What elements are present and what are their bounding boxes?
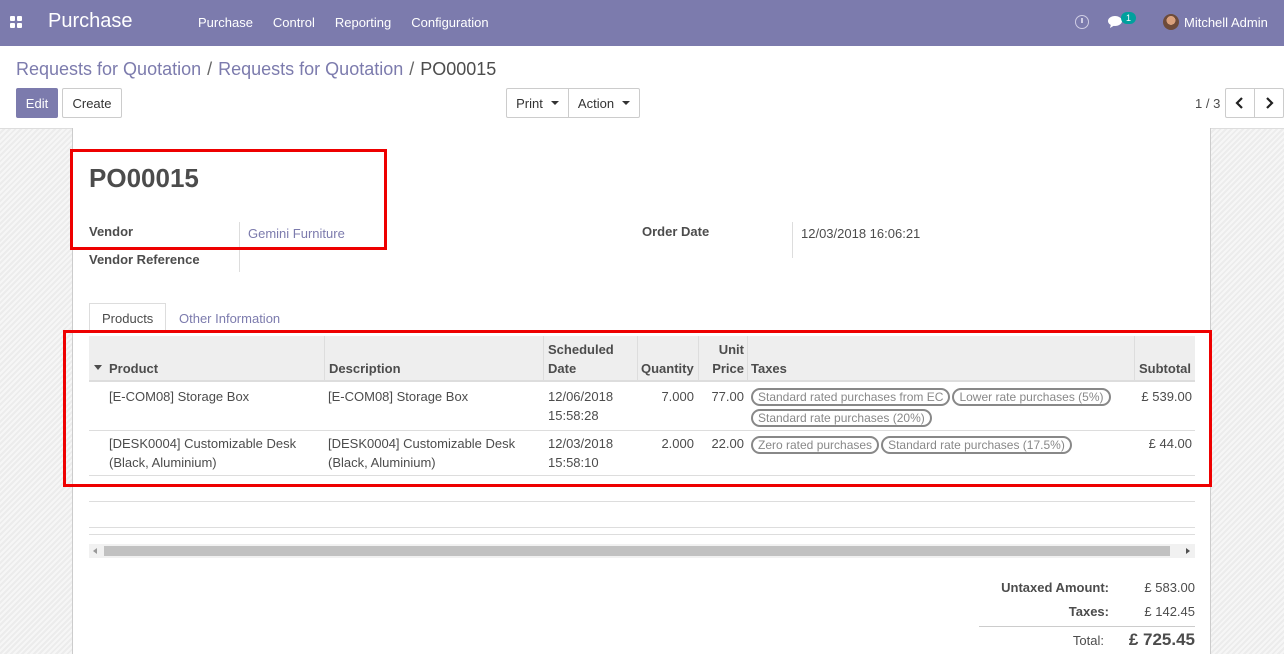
po-number-title: PO00015: [89, 163, 199, 193]
app-brand[interactable]: Purchase: [48, 10, 133, 33]
breadcrumb-current: PO00015: [420, 59, 497, 79]
untaxed-amount-label: Untaxed Amount:: [1001, 580, 1109, 595]
total-value: £ 725.45: [1128, 630, 1195, 649]
menu-item-reporting[interactable]: Reporting: [335, 15, 391, 30]
header-line: Price: [712, 361, 744, 376]
pager-next-button[interactable]: [1254, 88, 1284, 118]
untaxed-amount-value: £ 583.00: [1144, 580, 1195, 595]
edit-button[interactable]: Edit: [16, 88, 58, 118]
tax-tag: Standard rate purchases (17.5%): [881, 436, 1072, 454]
tax-tag: Standard rated purchases from EC: [751, 388, 951, 406]
user-avatar[interactable]: [1163, 14, 1179, 30]
cell-subtotal: £ 44.00: [1148, 436, 1192, 451]
vendor-reference-label: Vendor Reference: [89, 252, 200, 267]
cell-quantity: 7.000: [661, 389, 694, 404]
column-header-product[interactable]: Product: [109, 359, 158, 378]
vendor-link[interactable]: Gemini Furniture: [248, 226, 345, 241]
cell-taxes: Zero rated purchases Standard rate purcha…: [751, 436, 1133, 457]
breadcrumb-separator: /: [207, 59, 213, 79]
menu-item-configuration[interactable]: Configuration: [411, 15, 488, 30]
cell-scheduled-date: 12/03/2018 15:58:10: [548, 434, 613, 472]
sort-caret-icon[interactable]: [94, 365, 102, 370]
action-dropdown[interactable]: Action: [568, 88, 640, 118]
print-label: Print: [516, 95, 543, 111]
menu-item-control[interactable]: Control: [273, 15, 315, 30]
chevron-right-icon: [1266, 97, 1274, 109]
tab-products[interactable]: Products: [89, 303, 167, 333]
chat-count-badge: 1: [1121, 12, 1137, 24]
totals-divider: [979, 626, 1195, 627]
print-dropdown[interactable]: Print: [506, 88, 569, 118]
cell-description: [DESK0004] Customizable Desk (Black, Alu…: [328, 436, 516, 470]
field-divider: [239, 222, 240, 272]
date-line: 12/03/2018: [548, 436, 614, 451]
apps-menu-icon[interactable]: [10, 16, 23, 29]
column-header-scheduled-date[interactable]: Scheduled Date: [548, 340, 614, 378]
date-line: 12/06/2018: [548, 389, 614, 404]
tax-tag: Standard rate purchases (20%): [751, 409, 932, 427]
cell-taxes: Standard rated purchases from EC Lower ra…: [751, 388, 1133, 430]
caret-down-icon: [622, 101, 631, 105]
pager-value[interactable]: 1 / 3: [1195, 96, 1220, 111]
column-header-quantity[interactable]: Quantity: [641, 359, 694, 378]
column-divider: [543, 336, 544, 382]
column-header-subtotal[interactable]: Subtotal: [1139, 359, 1191, 378]
user-name[interactable]: Mitchell Admin: [1184, 15, 1268, 30]
activity-clock-icon[interactable]: [1075, 15, 1089, 29]
cell-unit-price: 22.00: [711, 436, 744, 451]
column-divider: [747, 336, 748, 382]
column-header-unit-price[interactable]: Unit Price: [702, 340, 744, 378]
column-divider: [1134, 336, 1135, 382]
cell-scheduled-date: 12/06/2018 15:58:28: [548, 387, 613, 425]
caret-down-icon: [550, 101, 559, 105]
header-line: Scheduled: [548, 342, 614, 357]
total-label: Total:: [1072, 633, 1104, 648]
empty-row-line: [89, 534, 1195, 535]
breadcrumb-link-rfq-2[interactable]: Requests for Quotation: [218, 59, 403, 79]
breadcrumb-link-rfq[interactable]: Requests for Quotation: [16, 59, 201, 79]
order-date-value: 12/03/2018 16:06:21: [801, 226, 921, 241]
cell-product: [E-COM08] Storage Box: [109, 389, 250, 404]
scroll-right-arrow-icon[interactable]: [1186, 548, 1190, 554]
header-line: Date: [548, 361, 577, 376]
column-header-taxes[interactable]: Taxes: [751, 359, 787, 378]
breadcrumb: Requests for Quotation / Requests for Quot…: [16, 59, 496, 80]
empty-row-line: [89, 501, 1195, 502]
tax-tag: Zero rated purchases: [751, 436, 880, 454]
main-menu: Purchase Control Reporting Configuration: [198, 15, 509, 30]
scroll-left-arrow-icon[interactable]: [93, 548, 97, 554]
field-divider: [792, 222, 793, 258]
action-label: Action: [577, 95, 615, 111]
column-divider: [324, 336, 325, 382]
cell-unit-price: 77.00: [711, 389, 744, 404]
cell-subtotal: £ 539.00: [1141, 389, 1192, 404]
menu-item-purchase[interactable]: Purchase: [198, 15, 253, 30]
taxes-label: Taxes:: [1068, 604, 1109, 619]
tab-other-information[interactable]: Other Information: [167, 303, 292, 333]
vendor-label: Vendor: [89, 224, 134, 239]
column-header-description[interactable]: Description: [329, 359, 401, 378]
time-line: 15:58:10: [548, 455, 599, 470]
chevron-left-icon: [1235, 97, 1243, 109]
taxes-value: £ 142.45: [1144, 604, 1195, 619]
top-navbar: Purchase Purchase Control Reporting Conf…: [0, 0, 1284, 46]
breadcrumb-separator: /: [409, 59, 415, 79]
cell-description: [E-COM08] Storage Box: [328, 389, 469, 404]
header-line: Unit: [718, 342, 744, 357]
pager-previous-button[interactable]: [1225, 88, 1255, 118]
scrollbar-thumb[interactable]: [104, 546, 1170, 556]
order-date-label: Order Date: [642, 224, 710, 239]
empty-row-line: [89, 527, 1195, 528]
column-divider: [637, 336, 638, 382]
cell-quantity: 2.000: [661, 436, 694, 451]
column-divider: [698, 336, 699, 382]
tax-tag: Lower rate purchases (5%): [952, 388, 1111, 406]
time-line: 15:58:28: [548, 408, 599, 423]
create-button[interactable]: Create: [62, 88, 122, 118]
cell-product: [DESK0004] Customizable Desk (Black, Alu…: [109, 436, 297, 470]
